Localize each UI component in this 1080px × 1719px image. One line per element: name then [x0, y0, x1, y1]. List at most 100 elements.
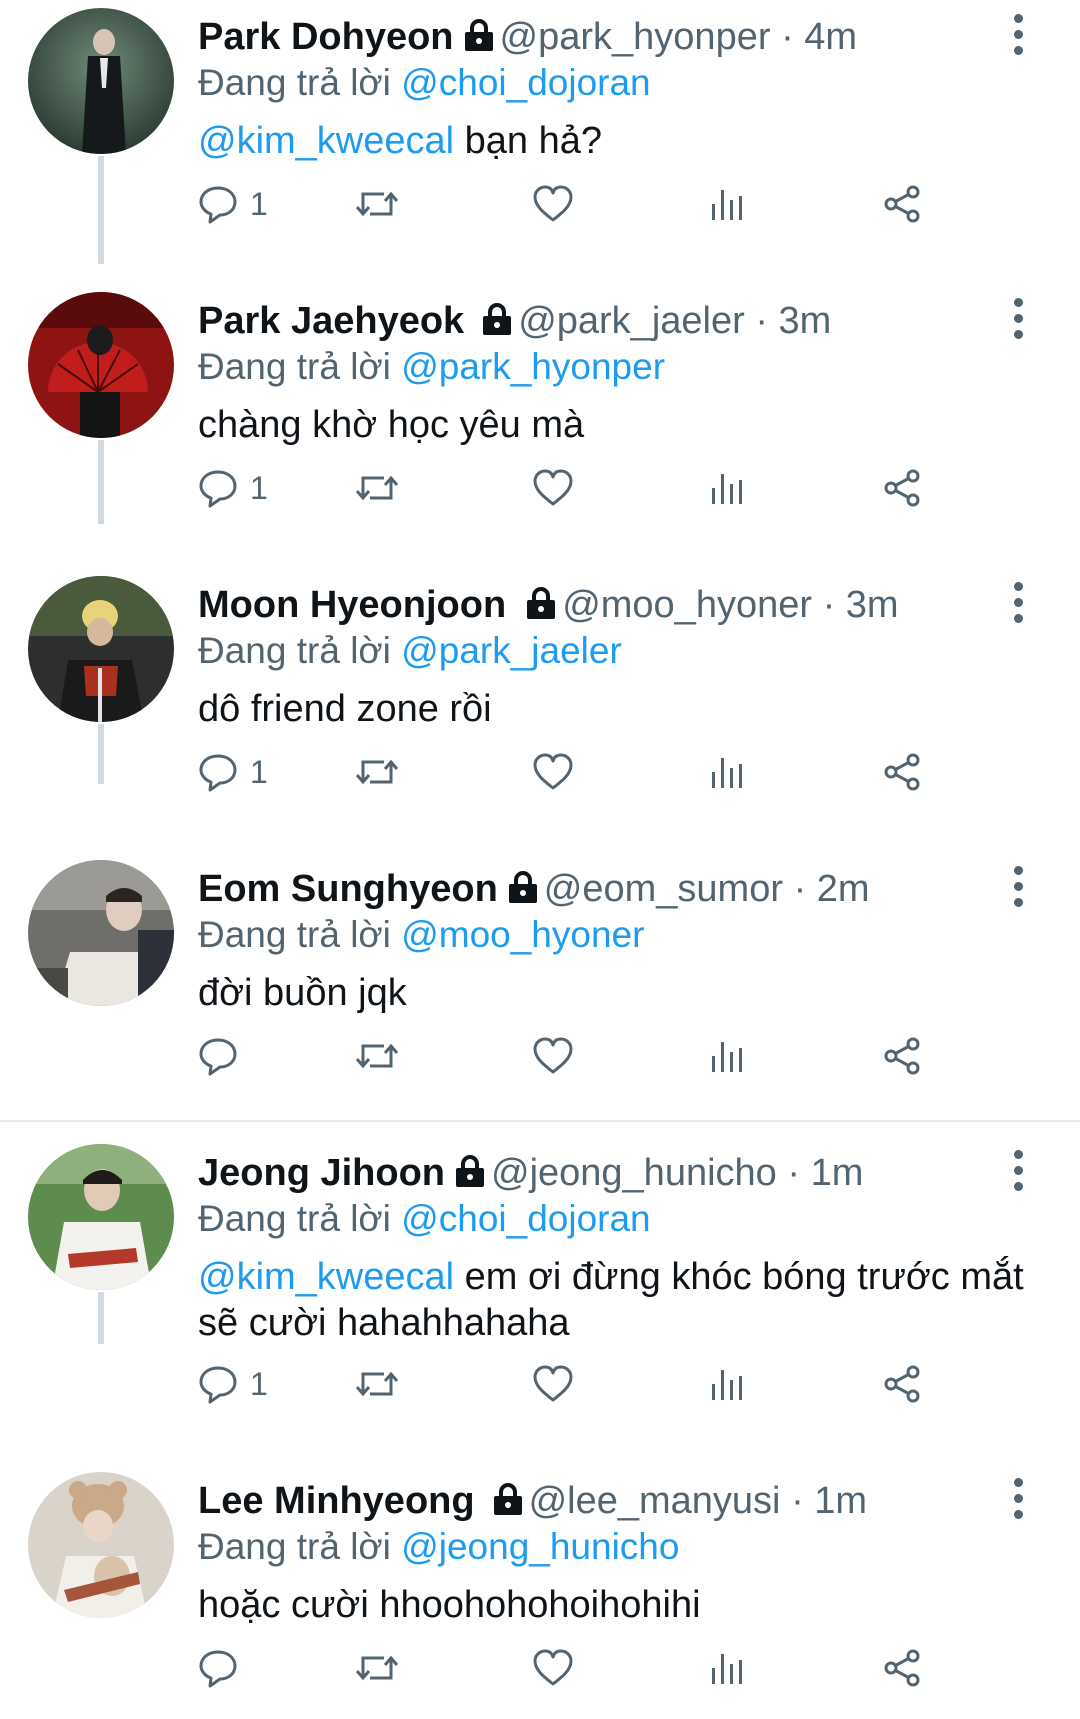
share-button[interactable]	[882, 1356, 922, 1412]
share-button[interactable]	[882, 1028, 922, 1084]
views-icon	[712, 474, 742, 504]
avatar[interactable]	[28, 860, 174, 1006]
tweet-text: chàng khờ học yêu mà	[198, 402, 1044, 448]
like-icon	[533, 185, 573, 222]
reply-icon	[199, 1038, 237, 1076]
like-button[interactable]	[532, 1640, 574, 1696]
more-options-icon[interactable]	[1010, 1150, 1026, 1196]
reply-button[interactable]: 1	[198, 460, 268, 516]
share-icon	[884, 1037, 920, 1075]
tweet-header: Lee Minhyeong @lee_manyusi · 1m	[198, 1476, 1000, 1526]
retweet-button[interactable]	[354, 744, 400, 800]
reply-to-handle[interactable]: @jeong_hunicho	[401, 1526, 679, 1567]
reply-to-handle[interactable]: @park_hyonper	[401, 346, 665, 387]
like-icon	[533, 1037, 573, 1074]
retweet-button[interactable]	[354, 1640, 400, 1696]
display-name[interactable]: Park Jaehyeok	[198, 300, 464, 342]
tweet[interactable]: Jeong Jihoon @jeong_hunicho · 1m Đang trả…	[0, 1136, 1080, 1428]
share-button[interactable]	[882, 460, 922, 516]
timestamp[interactable]: 3m	[779, 300, 832, 342]
like-button[interactable]	[532, 176, 574, 232]
replying-to: Đang trả lời @park_hyonper	[198, 342, 665, 392]
display-name[interactable]: Park Dohyeon	[198, 16, 454, 58]
reply-button[interactable]: 1	[198, 176, 268, 232]
tweet-body: hoặc cười hhoohohohoihohihi	[198, 1584, 701, 1626]
timestamp[interactable]: 1m	[811, 1152, 864, 1194]
views-icon	[712, 1654, 742, 1684]
tweet[interactable]: Lee Minhyeong @lee_manyusi · 1m Đang trả …	[0, 1464, 1080, 1719]
reply-to-handle[interactable]: @park_jaeler	[401, 630, 622, 671]
timestamp[interactable]: 2m	[817, 868, 870, 910]
reply-to-handle[interactable]: @moo_hyoner	[401, 914, 644, 955]
views-button[interactable]	[710, 1028, 744, 1084]
reply-button[interactable]	[198, 1028, 250, 1084]
views-button[interactable]	[710, 1640, 744, 1696]
views-button[interactable]	[710, 460, 744, 516]
like-icon	[533, 1365, 573, 1402]
retweet-button[interactable]	[354, 1356, 400, 1412]
retweet-icon	[355, 1655, 399, 1681]
display-name[interactable]: Jeong Jihoon	[198, 1152, 445, 1194]
handle[interactable]: @park_jaeler	[518, 300, 745, 342]
retweet-button[interactable]	[354, 176, 400, 232]
more-options-icon[interactable]	[1010, 582, 1026, 628]
tweet-header: Park Jaehyeok @park_jaeler · 3m	[198, 296, 1000, 346]
thread-divider	[0, 1120, 1080, 1122]
more-options-icon[interactable]	[1010, 14, 1026, 60]
mention-link[interactable]: @kim_kweecal	[198, 120, 454, 162]
more-options-icon[interactable]	[1010, 1478, 1026, 1524]
timestamp[interactable]: 4m	[804, 16, 857, 58]
display-name[interactable]: Moon Hyeonjoon	[198, 584, 506, 626]
more-options-icon[interactable]	[1010, 866, 1026, 912]
like-button[interactable]	[532, 1028, 574, 1084]
mention-link[interactable]: @kim_kweecal	[198, 1256, 454, 1298]
tweet[interactable]: Eom Sunghyeon @eom_sumor · 2m Đang trả lờ…	[0, 852, 1080, 1116]
share-button[interactable]	[882, 1640, 922, 1696]
avatar[interactable]	[28, 292, 174, 438]
reply-button[interactable]: 1	[198, 744, 268, 800]
retweet-icon	[355, 191, 399, 217]
like-button[interactable]	[532, 1356, 574, 1412]
views-icon	[712, 190, 742, 220]
like-button[interactable]	[532, 744, 574, 800]
reply-to-handle[interactable]: @choi_dojoran	[401, 1198, 650, 1239]
share-button[interactable]	[882, 176, 922, 232]
reply-button[interactable]	[198, 1640, 250, 1696]
views-icon	[712, 1370, 742, 1400]
separator-dot: ·	[822, 584, 836, 626]
handle[interactable]: @park_hyonper	[500, 16, 771, 58]
views-button[interactable]	[710, 176, 744, 232]
replying-label: Đang trả lời	[198, 1198, 391, 1239]
share-button[interactable]	[882, 744, 922, 800]
timestamp[interactable]: 3m	[846, 584, 899, 626]
tweet[interactable]: Park Jaehyeok @park_jaeler · 3m Đang trả …	[0, 284, 1080, 548]
handle[interactable]: @jeong_hunicho	[491, 1152, 777, 1194]
handle[interactable]: @lee_manyusi	[529, 1480, 781, 1522]
avatar[interactable]	[28, 8, 174, 154]
handle[interactable]: @eom_sumor	[544, 868, 783, 910]
reply-icon	[199, 186, 237, 224]
tweet[interactable]: Park Dohyeon @park_hyonper · 4m Đang trả …	[0, 0, 1080, 264]
handle[interactable]: @moo_hyoner	[562, 584, 812, 626]
reply-button[interactable]: 1	[198, 1356, 268, 1412]
views-button[interactable]	[710, 744, 744, 800]
retweet-button[interactable]	[354, 460, 400, 516]
avatar-image	[28, 1472, 174, 1618]
retweet-button[interactable]	[354, 1028, 400, 1084]
timestamp[interactable]: 1m	[814, 1480, 867, 1522]
tweet-text: hoặc cười hhoohohohoihohihi	[198, 1582, 1044, 1628]
display-name[interactable]: Eom Sunghyeon	[198, 868, 498, 910]
tweet-header: Moon Hyeonjoon @moo_hyoner · 3m	[198, 580, 1000, 630]
avatar[interactable]	[28, 1472, 174, 1618]
avatar[interactable]	[28, 1144, 174, 1290]
avatar[interactable]	[28, 576, 174, 722]
like-button[interactable]	[532, 460, 574, 516]
views-button[interactable]	[710, 1356, 744, 1412]
like-icon	[533, 753, 573, 790]
lock-icon	[464, 14, 494, 64]
more-options-icon[interactable]	[1010, 298, 1026, 344]
replying-label: Đang trả lời	[198, 914, 391, 955]
tweet[interactable]: Moon Hyeonjoon @moo_hyoner · 3m Đang trả …	[0, 568, 1080, 832]
reply-to-handle[interactable]: @choi_dojoran	[401, 62, 650, 103]
display-name[interactable]: Lee Minhyeong	[198, 1480, 475, 1522]
